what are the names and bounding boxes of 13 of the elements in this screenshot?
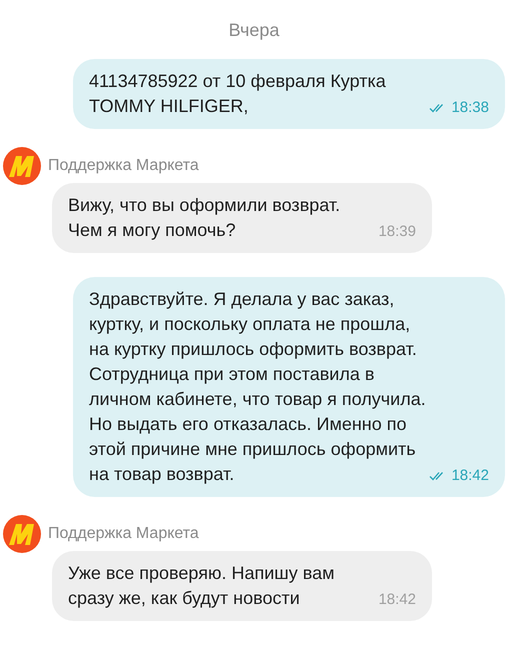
sender-name: Поддержка Маркета <box>48 525 199 543</box>
message-text: 41134785922 от 10 февраля Куртка TOMMY HILFIGER, <box>89 70 387 118</box>
logo-avatar-icon <box>3 515 41 553</box>
message-time: 18:42 <box>451 466 489 486</box>
message-text: Вижу, что вы оформили возврат. Чем я могу помочь? <box>68 194 342 242</box>
message-time: 18:38 <box>451 98 489 118</box>
sender-name: Поддержка Маркета <box>48 157 199 175</box>
message-time: 18:42 <box>378 590 416 610</box>
message-text: Здравствуйте. Я делала у вас заказ, куртку, и поскольку оплата не прошла, на куртку пришлось оформить возврат. Сотрудница при этом поставила в личном кабинете, что товар я получила. Но выдать его отказалась. Именно по этой причине мне пришлось оформить на товар возврат. <box>89 288 427 486</box>
logo-avatar-icon <box>3 147 41 185</box>
message-time: 18:39 <box>378 222 416 242</box>
date-separator: Вчера <box>228 20 280 41</box>
message-text: Уже все проверяю. Напишу вам сразу же, как будут новости <box>68 562 336 610</box>
